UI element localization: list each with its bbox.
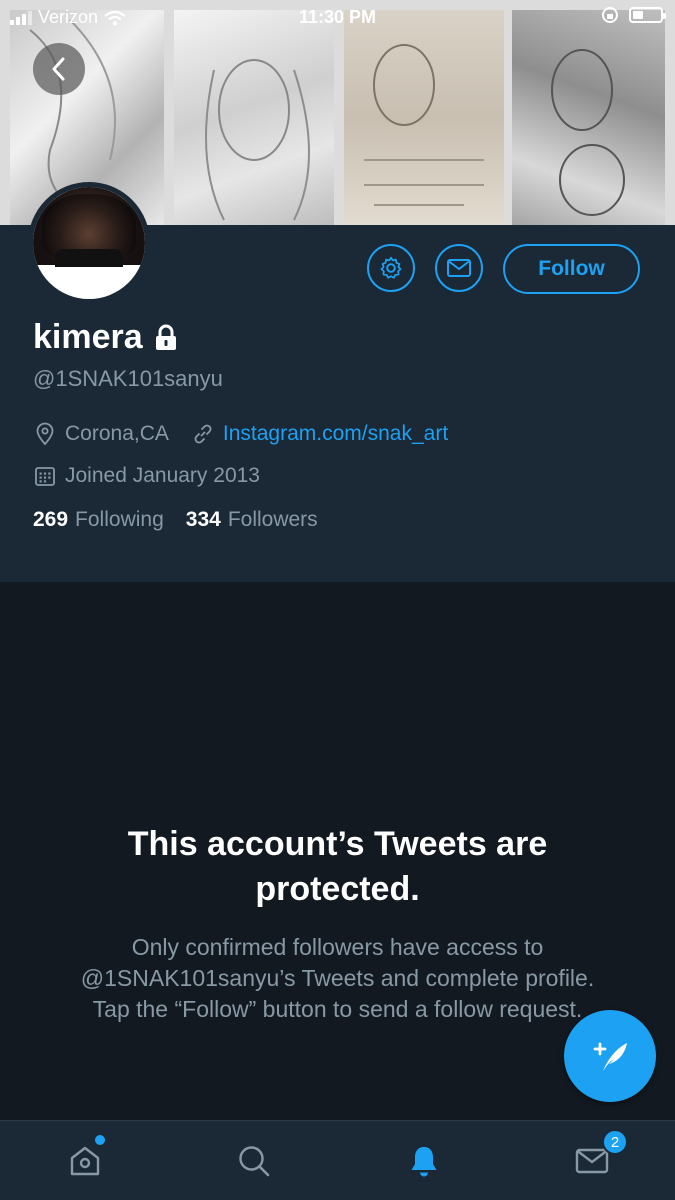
home-icon	[70, 1146, 100, 1176]
followers-count: 334	[185, 508, 221, 531]
avatar-shirt	[55, 248, 123, 267]
compose-feather-icon	[593, 1042, 627, 1071]
profile-handle: @1SNAK101sanyu	[33, 366, 223, 391]
banner-sketch-3	[344, 10, 504, 225]
unread-dot	[95, 1135, 105, 1145]
tab-search[interactable]	[232, 1139, 276, 1183]
status-bar: Verizon 11:30 PM	[0, 0, 675, 36]
bell-icon	[411, 1147, 437, 1177]
following-label: Following	[75, 508, 164, 531]
battery-icon	[629, 7, 666, 23]
followers-count-link[interactable]: 334 Followers	[186, 508, 318, 532]
follow-counts: 269 Following 334 Followers	[33, 508, 318, 532]
bottom-tab-bar: 2	[0, 1120, 675, 1200]
following-count-link[interactable]: 269 Following	[33, 508, 164, 532]
sketch-image	[551, 49, 625, 216]
chevron-left-icon	[52, 57, 65, 81]
tab-messages[interactable]: 2	[570, 1129, 628, 1183]
link-icon	[191, 422, 215, 446]
avatar[interactable]	[28, 182, 150, 304]
follow-button[interactable]: Follow	[503, 244, 640, 294]
sketch-image	[364, 44, 484, 206]
search-icon	[239, 1146, 270, 1177]
calendar-icon	[33, 464, 57, 488]
status-right	[601, 6, 666, 24]
rotation-lock-icon	[602, 7, 618, 23]
mail-icon	[447, 259, 471, 277]
followers-label: Followers	[227, 508, 318, 531]
back-button[interactable]	[33, 43, 85, 95]
following-count: 269	[33, 508, 69, 531]
display-name: kimera	[33, 318, 143, 356]
protected-title: This account’s Tweets are protected.	[127, 825, 548, 908]
clock: 11:30 PM	[298, 7, 377, 27]
banner-sketch-4	[512, 10, 665, 225]
banner-sketch-2	[174, 10, 334, 225]
gear-icon	[380, 256, 402, 279]
profile-meta-row: Corona,CA Instagram.com/snak_art	[33, 422, 448, 446]
tab-notifications[interactable]	[402, 1139, 446, 1183]
settings-button[interactable]	[367, 244, 415, 292]
website-link[interactable]: Instagram.com/snak_art	[223, 422, 448, 446]
tab-home[interactable]	[63, 1135, 107, 1183]
protected-body: Only confirmed followers have access to …	[80, 934, 595, 1022]
compose-tweet-button[interactable]	[564, 1010, 656, 1102]
profile-meta-row: Joined January 2013	[33, 464, 260, 488]
message-button[interactable]	[435, 244, 483, 292]
location-text: Corona,CA	[65, 422, 169, 445]
messages-badge: 2	[602, 1129, 628, 1155]
sketch-image	[205, 59, 310, 221]
profile-name: kimera	[33, 318, 179, 357]
lock-icon	[155, 324, 176, 350]
location-icon	[33, 422, 57, 446]
joined-text: Joined January 2013	[65, 464, 260, 487]
